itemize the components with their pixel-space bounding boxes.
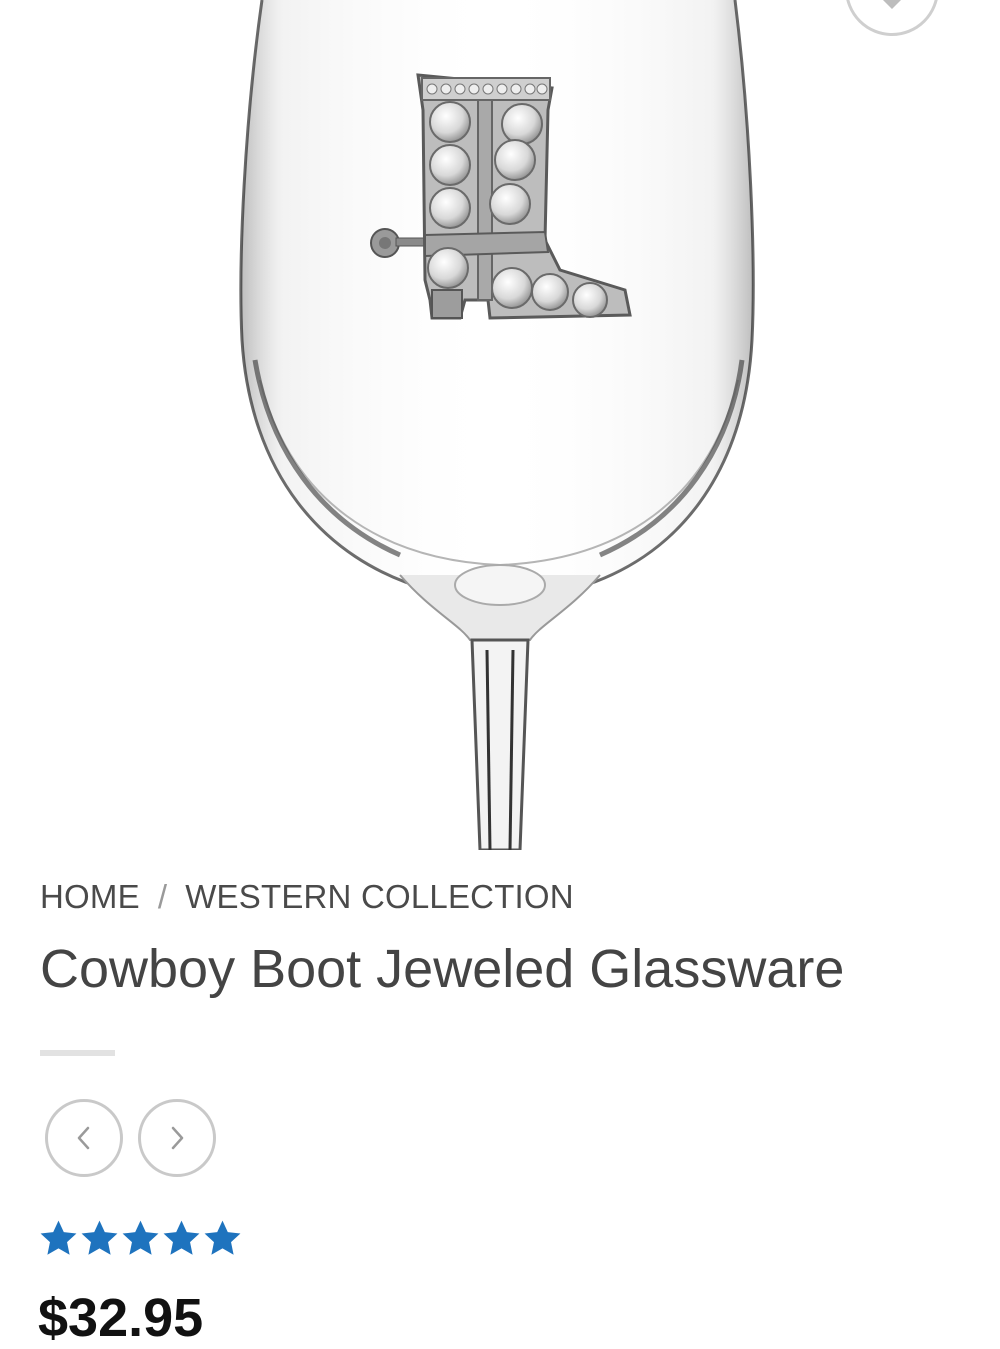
next-product-button[interactable] bbox=[138, 1099, 216, 1177]
chevron-right-icon bbox=[171, 1126, 184, 1150]
heart-icon bbox=[883, 0, 901, 9]
title-divider bbox=[40, 1050, 115, 1056]
breadcrumb-separator: / bbox=[157, 878, 168, 915]
breadcrumb: HOME / WESTERN COLLECTION bbox=[40, 878, 574, 916]
chevron-left-icon bbox=[77, 1126, 90, 1150]
star-icon bbox=[204, 1220, 241, 1255]
page-title: Cowboy Boot Jeweled Glassware bbox=[40, 939, 845, 999]
star-icon bbox=[40, 1220, 77, 1255]
wine-glass-image bbox=[239, 0, 755, 850]
previous-product-button[interactable] bbox=[45, 1099, 123, 1177]
star-icon bbox=[81, 1220, 118, 1255]
breadcrumb-category-link[interactable]: WESTERN COLLECTION bbox=[185, 878, 574, 915]
product-image[interactable] bbox=[0, 0, 1000, 850]
star-icon bbox=[122, 1220, 159, 1255]
product-price: $32.95 bbox=[38, 1288, 204, 1348]
star-icon bbox=[163, 1220, 200, 1255]
star-rating[interactable] bbox=[38, 1218, 243, 1259]
breadcrumb-home-link[interactable]: HOME bbox=[40, 878, 140, 915]
